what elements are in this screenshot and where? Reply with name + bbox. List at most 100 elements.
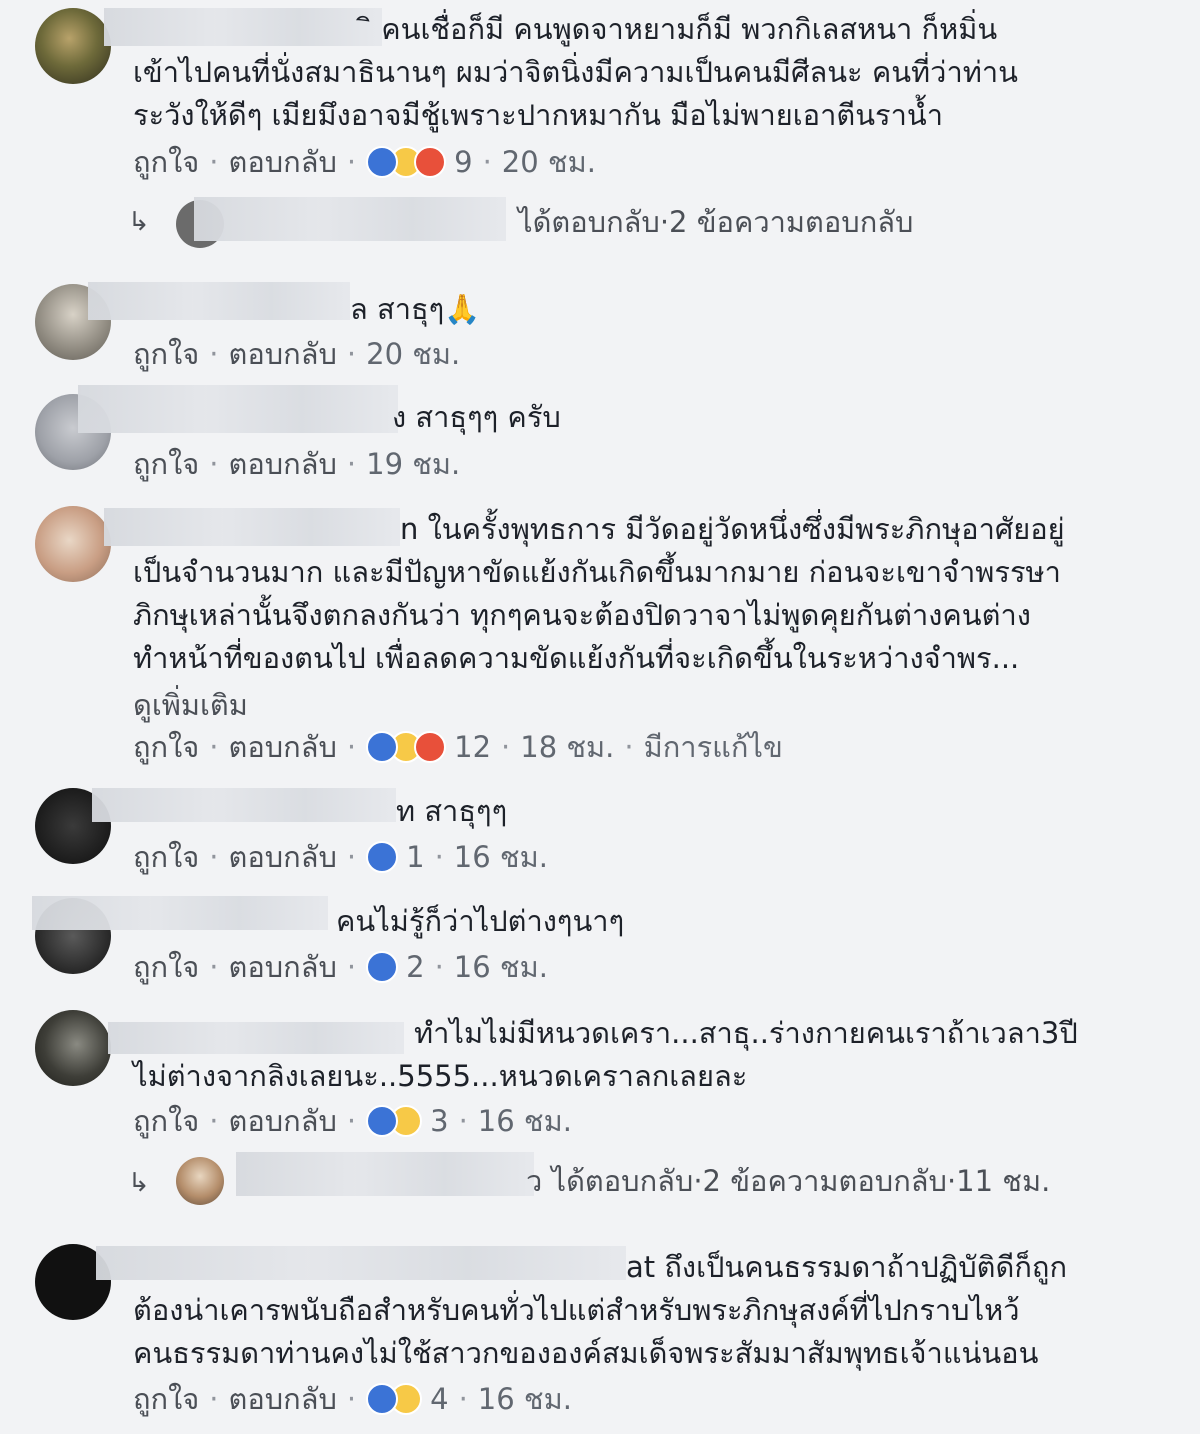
- timestamp[interactable]: 20 ชม.: [502, 143, 596, 181]
- timestamp[interactable]: 16 ชม.: [478, 1380, 572, 1418]
- separator: ·: [209, 950, 219, 984]
- reaction-count[interactable]: 3: [430, 1102, 448, 1140]
- reply-summary-text: ว ได้ตอบกลับ: [526, 1164, 694, 1198]
- redacted-name: [108, 1022, 404, 1054]
- avatar[interactable]: [35, 1010, 111, 1086]
- separator: ·: [458, 1382, 468, 1416]
- comment-actions: ถูกใจ · ตอบกลับ · 2 · 16 ชม.: [133, 948, 548, 986]
- comment-actions: ถูกใจ · ตอบกลับ · 1 · 16 ชม.: [133, 838, 548, 876]
- like-reaction-icon: [366, 841, 399, 873]
- separator: ·: [501, 730, 511, 764]
- separator: ·: [209, 1104, 219, 1138]
- see-more-link[interactable]: ดูเพิ่มเติม: [133, 682, 248, 728]
- reply-arrow-icon: ↳: [128, 207, 150, 237]
- reaction-count[interactable]: 2: [406, 948, 424, 986]
- separator: ·: [624, 730, 634, 764]
- comment-actions: ถูกใจ · ตอบกลับ · 19 ชม.: [133, 445, 460, 483]
- reactions[interactable]: [366, 146, 447, 178]
- comment: at ถึงเป็นคนธรรมดาถ้าปฏิบัติดีก็ถูก ต้อง…: [0, 1238, 1200, 1428]
- like-reaction-icon: [366, 1105, 399, 1137]
- like-reaction-icon: [366, 951, 399, 983]
- timestamp[interactable]: 16 ชม.: [478, 1102, 572, 1140]
- separator: ·: [346, 950, 357, 984]
- separator: ·: [346, 1382, 357, 1416]
- redacted-name: [194, 197, 506, 241]
- reactions[interactable]: [366, 841, 399, 873]
- reaction-count[interactable]: 1: [406, 838, 424, 876]
- reply-link[interactable]: ตอบกลับ: [229, 1380, 337, 1418]
- reaction-count[interactable]: 4: [430, 1380, 448, 1418]
- separator: ·: [209, 840, 219, 874]
- like-link[interactable]: ถูกใจ: [133, 728, 199, 766]
- timestamp[interactable]: 16 ชม.: [454, 838, 548, 876]
- comment-text: เข้าไปคนที่นั่งสมาธินานๆ ผมว่าจิตนิ่งมีค…: [133, 55, 1018, 89]
- reactions[interactable]: [366, 1105, 423, 1137]
- like-link[interactable]: ถูกใจ: [133, 143, 199, 181]
- like-link[interactable]: ถูกใจ: [133, 445, 199, 483]
- reactions[interactable]: [366, 1383, 423, 1415]
- comment-text: ระวังให้ดีๆ เมียมึงอาจมีชู้เพราะปากหมากั…: [133, 98, 943, 132]
- edited-label[interactable]: มีการแก้ไข: [644, 728, 783, 766]
- comment-text: ไม่ต่างจากลิงเลยนะ..5555...หนวดเคราลกเลย…: [133, 1059, 748, 1093]
- comment-text: ทำหน้าที่ของตนไป เพื่อลดความขัดแย้งกันที…: [133, 641, 1020, 675]
- comment-text: ง สาธุๆๆ ครับ: [392, 400, 561, 434]
- reply-summary-text: ได้ตอบกลับ: [518, 205, 660, 239]
- separator: ·: [346, 730, 357, 764]
- like-link[interactable]: ถูกใจ: [133, 1102, 199, 1140]
- comment-text: ล สาธุๆ🙏: [350, 292, 481, 326]
- separator: ·: [346, 1104, 357, 1138]
- redacted-name: [88, 282, 350, 320]
- reaction-count[interactable]: 9: [454, 143, 472, 181]
- separator: ·: [482, 145, 492, 179]
- reactions[interactable]: [366, 951, 399, 983]
- separator: ·: [209, 1382, 219, 1416]
- redacted-name: [104, 508, 400, 546]
- timestamp[interactable]: 18 ชม.: [520, 728, 614, 766]
- reactions[interactable]: [366, 731, 447, 763]
- separator: ·: [693, 1164, 703, 1198]
- reply-link[interactable]: ตอบกลับ: [229, 728, 337, 766]
- like-link[interactable]: ถูกใจ: [133, 335, 199, 373]
- separator: ·: [458, 1104, 468, 1138]
- comment-actions: ถูกใจ · ตอบกลับ · 3 · 16 ชม.: [133, 1102, 572, 1140]
- timestamp: 11 ชม.: [956, 1164, 1051, 1198]
- reply-link[interactable]: ตอบกลับ: [229, 143, 337, 181]
- reply-link[interactable]: ตอบกลับ: [229, 838, 337, 876]
- avatar[interactable]: [35, 8, 111, 84]
- separator: ·: [434, 840, 444, 874]
- redacted-name: [78, 385, 398, 433]
- timestamp[interactable]: 20 ชม.: [366, 335, 460, 373]
- reply-summary[interactable]: ได้ตอบกลับ · 2 ข้อความตอบกลับ: [518, 203, 913, 241]
- timestamp[interactable]: 16 ชม.: [454, 948, 548, 986]
- like-reaction-icon: [366, 146, 399, 178]
- comment: ล สาธุๆ🙏 ถูกใจ · ตอบกลับ · 20 ชม.: [0, 280, 1200, 380]
- comment-text: n ในครั้งพุทธการ มีวัดอยู่วัดหนึ่งซึ่งมี…: [400, 512, 1065, 546]
- reply-link[interactable]: ตอบกลับ: [229, 948, 337, 986]
- avatar[interactable]: [176, 1157, 224, 1205]
- like-link[interactable]: ถูกใจ: [133, 838, 199, 876]
- like-link[interactable]: ถูกใจ: [133, 948, 199, 986]
- reply-link[interactable]: ตอบกลับ: [229, 445, 337, 483]
- angry-reaction-icon: [414, 731, 447, 763]
- comment-actions: ถูกใจ · ตอบกลับ · 4 · 16 ชม.: [133, 1380, 572, 1418]
- reply-link[interactable]: ตอบกลับ: [229, 335, 337, 373]
- separator: ·: [346, 337, 357, 371]
- comment-text: เป็นจำนวนมาก และมีปัญหาขัดแย้งกันเกิดขึ้…: [133, 555, 1061, 589]
- comment: n ในครั้งพุทธการ มีวัดอยู่วัดหนึ่งซึ่งมี…: [0, 500, 1200, 775]
- reply-summary[interactable]: ว ได้ตอบกลับ · 2 ข้อความตอบกลับ · 11 ชม.: [526, 1162, 1050, 1200]
- comment-text: คนธรรมดาท่านคงไม่ใช้สาวกขององค์สมเด็จพระ…: [133, 1336, 1039, 1370]
- avatar[interactable]: [35, 506, 111, 582]
- reply-arrow-icon: ↳: [128, 1168, 150, 1198]
- like-link[interactable]: ถูกใจ: [133, 1380, 199, 1418]
- reply-count: 2 ข้อความตอบกลับ: [702, 1164, 947, 1198]
- angry-reaction-icon: [414, 146, 447, 178]
- timestamp[interactable]: 19 ชม.: [366, 445, 460, 483]
- comment-text: คนไม่รู้ก็ว่าไปต่างๆนาๆ: [336, 904, 625, 938]
- redacted-name: [92, 788, 396, 822]
- comment-text: ภิกษุเหล่านั้นจึงตกลงกันว่า ทุกๆคนจะต้อง…: [133, 598, 1031, 632]
- separator: ·: [346, 447, 357, 481]
- reply-count: 2 ข้อความตอบกลับ: [669, 205, 914, 239]
- reaction-count[interactable]: 12: [454, 728, 491, 766]
- separator: ·: [209, 337, 219, 371]
- reply-link[interactable]: ตอบกลับ: [229, 1102, 337, 1140]
